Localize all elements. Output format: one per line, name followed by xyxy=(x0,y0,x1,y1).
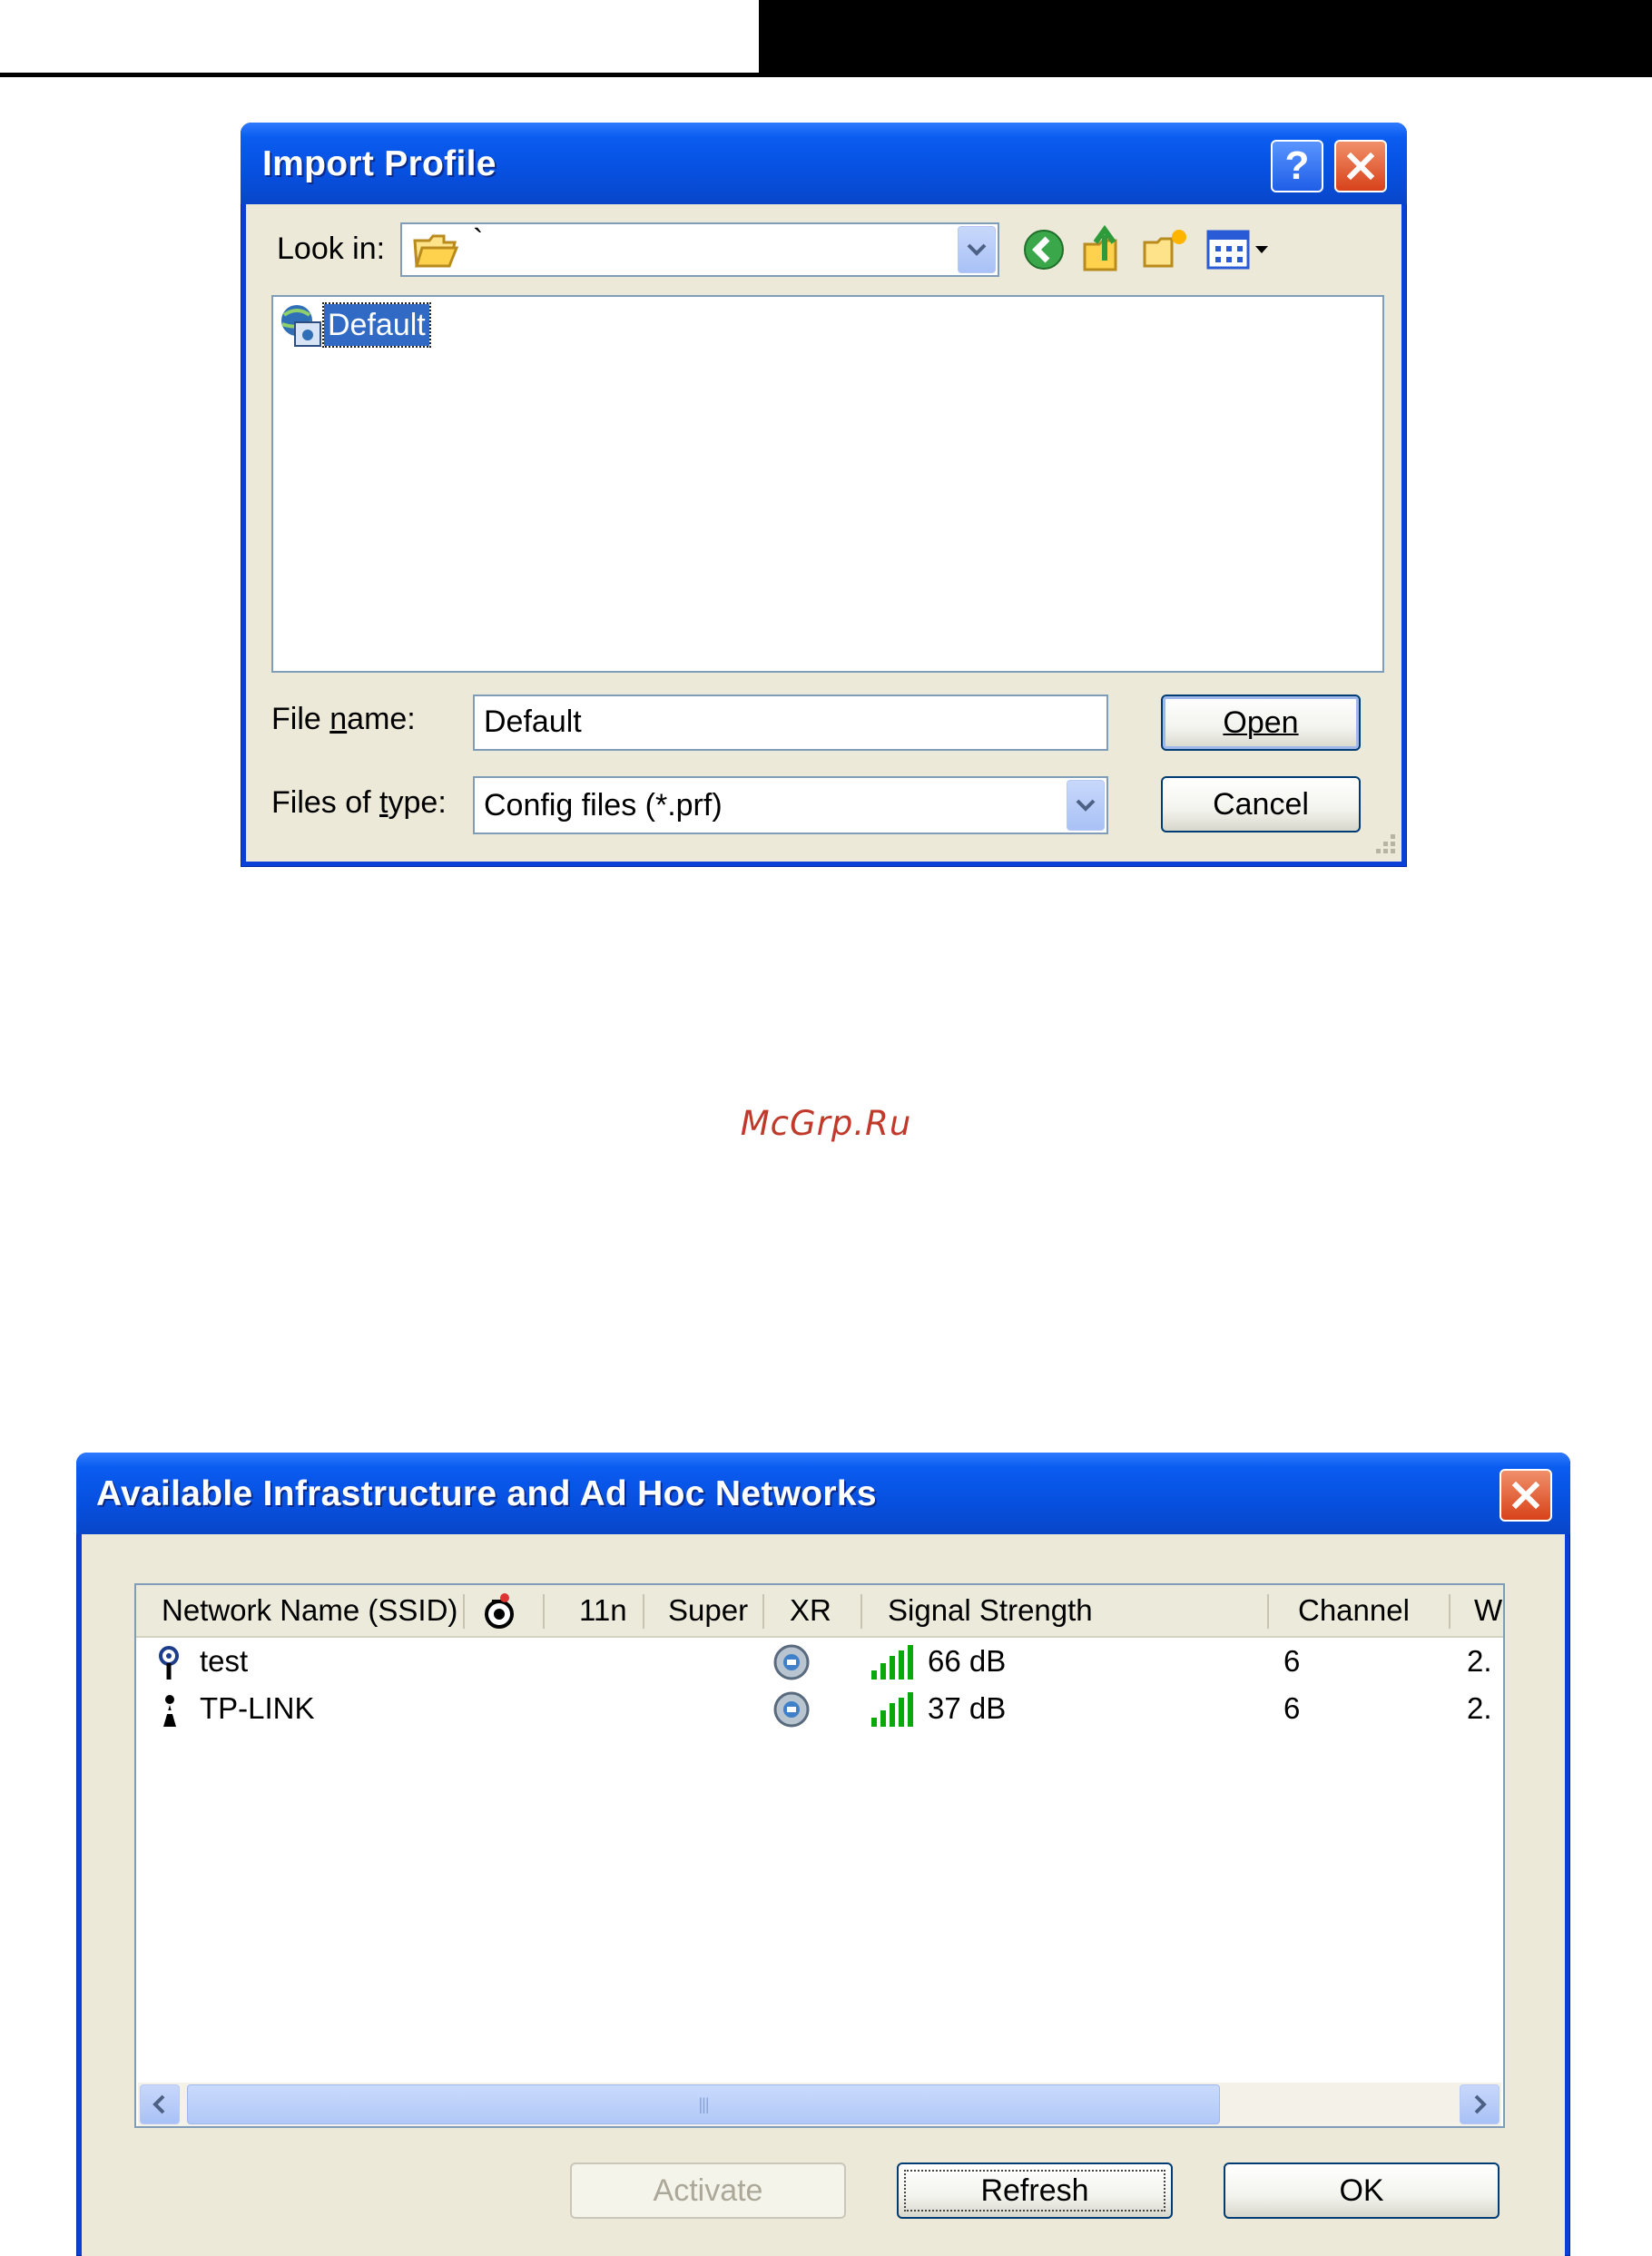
column-separator[interactable] xyxy=(860,1594,862,1629)
available-networks-dialog: Available Infrastructure and Ad Hoc Netw… xyxy=(76,1453,1570,2256)
column-separator[interactable] xyxy=(643,1594,644,1629)
refresh-label: Refresh xyxy=(980,2173,1089,2208)
ssid-cell: test xyxy=(200,1644,249,1678)
list-header: Network Name (SSID) 11n Super XR Signal … xyxy=(136,1585,1503,1638)
column-separator[interactable] xyxy=(543,1594,545,1629)
resize-grip-icon[interactable] xyxy=(1371,831,1398,858)
w-cell: 2. xyxy=(1467,1644,1492,1678)
close-button[interactable] xyxy=(1334,140,1387,192)
title-bar[interactable]: Available Infrastructure and Ad Hoc Netw… xyxy=(76,1453,1570,1534)
ok-label: OK xyxy=(1339,2173,1384,2208)
view-menu-icon[interactable] xyxy=(1206,230,1272,270)
networks-list[interactable]: Network Name (SSID) 11n Super XR Signal … xyxy=(134,1583,1505,2128)
column-11n[interactable]: 11n xyxy=(579,1585,627,1636)
open-label: Open xyxy=(1223,705,1299,740)
import-profile-dialog: Import Profile ? Look in: ` Default File… xyxy=(241,123,1407,867)
folder-icon xyxy=(413,234,458,268)
chevron-down-icon xyxy=(967,243,987,256)
open-button[interactable]: Open xyxy=(1161,695,1361,751)
adhoc-station-icon xyxy=(163,1695,176,1727)
chevron-left-icon xyxy=(152,2094,165,2114)
ssid-cell: TP-LINK xyxy=(200,1691,315,1725)
scroll-left-button[interactable] xyxy=(140,2084,180,2124)
cancel-button[interactable]: Cancel xyxy=(1161,776,1361,832)
column-separator[interactable] xyxy=(762,1594,764,1629)
dialog-body: Look in: ` Default File name: Default Op… xyxy=(246,204,1401,862)
close-icon xyxy=(1512,1482,1539,1509)
column-super[interactable]: Super xyxy=(668,1585,748,1636)
file-name-input[interactable]: Default xyxy=(473,695,1108,751)
new-folder-icon[interactable] xyxy=(1143,226,1190,271)
files-of-type-label: Files of type: xyxy=(271,785,447,820)
channel-cell: 6 xyxy=(1283,1691,1301,1725)
column-w[interactable]: W xyxy=(1474,1585,1502,1636)
file-item-label: Default xyxy=(322,302,431,348)
xr-icon xyxy=(773,1691,810,1728)
signal-cell: 37 dB xyxy=(928,1691,1007,1725)
file-list[interactable]: Default xyxy=(271,295,1384,673)
column-xr[interactable]: XR xyxy=(790,1585,831,1636)
refresh-button[interactable]: Refresh xyxy=(897,2162,1173,2219)
file-name-label: File name: xyxy=(271,702,416,736)
help-button[interactable]: ? xyxy=(1271,140,1323,192)
chevron-right-icon xyxy=(1474,2094,1487,2114)
cancel-label: Cancel xyxy=(1213,787,1309,822)
w-cell: 2. xyxy=(1467,1691,1492,1725)
look-in-value: ` xyxy=(473,223,484,258)
look-in-label: Look in: xyxy=(277,232,386,266)
table-row[interactable]: TP-LINK 37 dB 6 2. xyxy=(136,1687,1503,1732)
files-of-type-select[interactable]: Config files (*.prf) xyxy=(473,776,1108,834)
files-of-type-dropdown-button[interactable] xyxy=(1067,780,1105,831)
column-channel[interactable]: Channel xyxy=(1298,1585,1410,1636)
help-icon: ? xyxy=(1284,143,1310,188)
signal-bars-icon xyxy=(871,1645,913,1680)
scroll-grip: ||| xyxy=(698,2094,709,2113)
look-in-dropdown-button[interactable] xyxy=(958,226,996,273)
chevron-down-icon xyxy=(1076,799,1096,812)
page-rule xyxy=(0,73,759,77)
title-bar[interactable]: Import Profile ? xyxy=(241,123,1407,204)
signal-bars-icon xyxy=(871,1692,913,1727)
dialog-title: Import Profile xyxy=(262,144,497,183)
back-icon[interactable] xyxy=(1022,228,1066,271)
activate-button[interactable]: Activate xyxy=(570,2162,846,2219)
table-row[interactable]: test 66 dB 6 2. xyxy=(136,1640,1503,1685)
dialog-body: Network Name (SSID) 11n Super XR Signal … xyxy=(82,1534,1565,2256)
look-in-combo[interactable]: ` xyxy=(400,222,999,277)
profile-file-icon xyxy=(281,305,321,347)
close-button[interactable] xyxy=(1500,1469,1552,1522)
ok-button[interactable]: OK xyxy=(1224,2162,1500,2219)
column-signal-strength[interactable]: Signal Strength xyxy=(888,1585,1093,1636)
close-icon xyxy=(1347,153,1374,180)
dialog-title: Available Infrastructure and Ad Hoc Netw… xyxy=(96,1474,877,1513)
xr-icon xyxy=(773,1644,810,1680)
access-point-icon xyxy=(159,1646,179,1680)
column-separator[interactable] xyxy=(1267,1594,1269,1629)
scroll-thumb[interactable]: ||| xyxy=(187,2084,1220,2124)
files-of-type-value: Config files (*.prf) xyxy=(484,788,723,823)
up-folder-icon[interactable] xyxy=(1081,224,1126,273)
signal-cell: 66 dB xyxy=(928,1644,1007,1678)
page-header-bar xyxy=(759,0,1652,77)
activate-label: Activate xyxy=(653,2173,763,2208)
column-ssid[interactable]: Network Name (SSID) xyxy=(162,1585,457,1636)
column-separator[interactable] xyxy=(463,1594,465,1629)
watermark-text: McGrp.Ru xyxy=(740,1104,912,1143)
channel-cell: 6 xyxy=(1283,1644,1301,1678)
security-icon[interactable] xyxy=(481,1592,521,1632)
scroll-right-button[interactable] xyxy=(1460,2084,1500,2124)
horizontal-scrollbar[interactable]: ||| xyxy=(138,2083,1501,2126)
column-separator[interactable] xyxy=(1449,1594,1450,1629)
file-name-value: Default xyxy=(484,704,582,739)
